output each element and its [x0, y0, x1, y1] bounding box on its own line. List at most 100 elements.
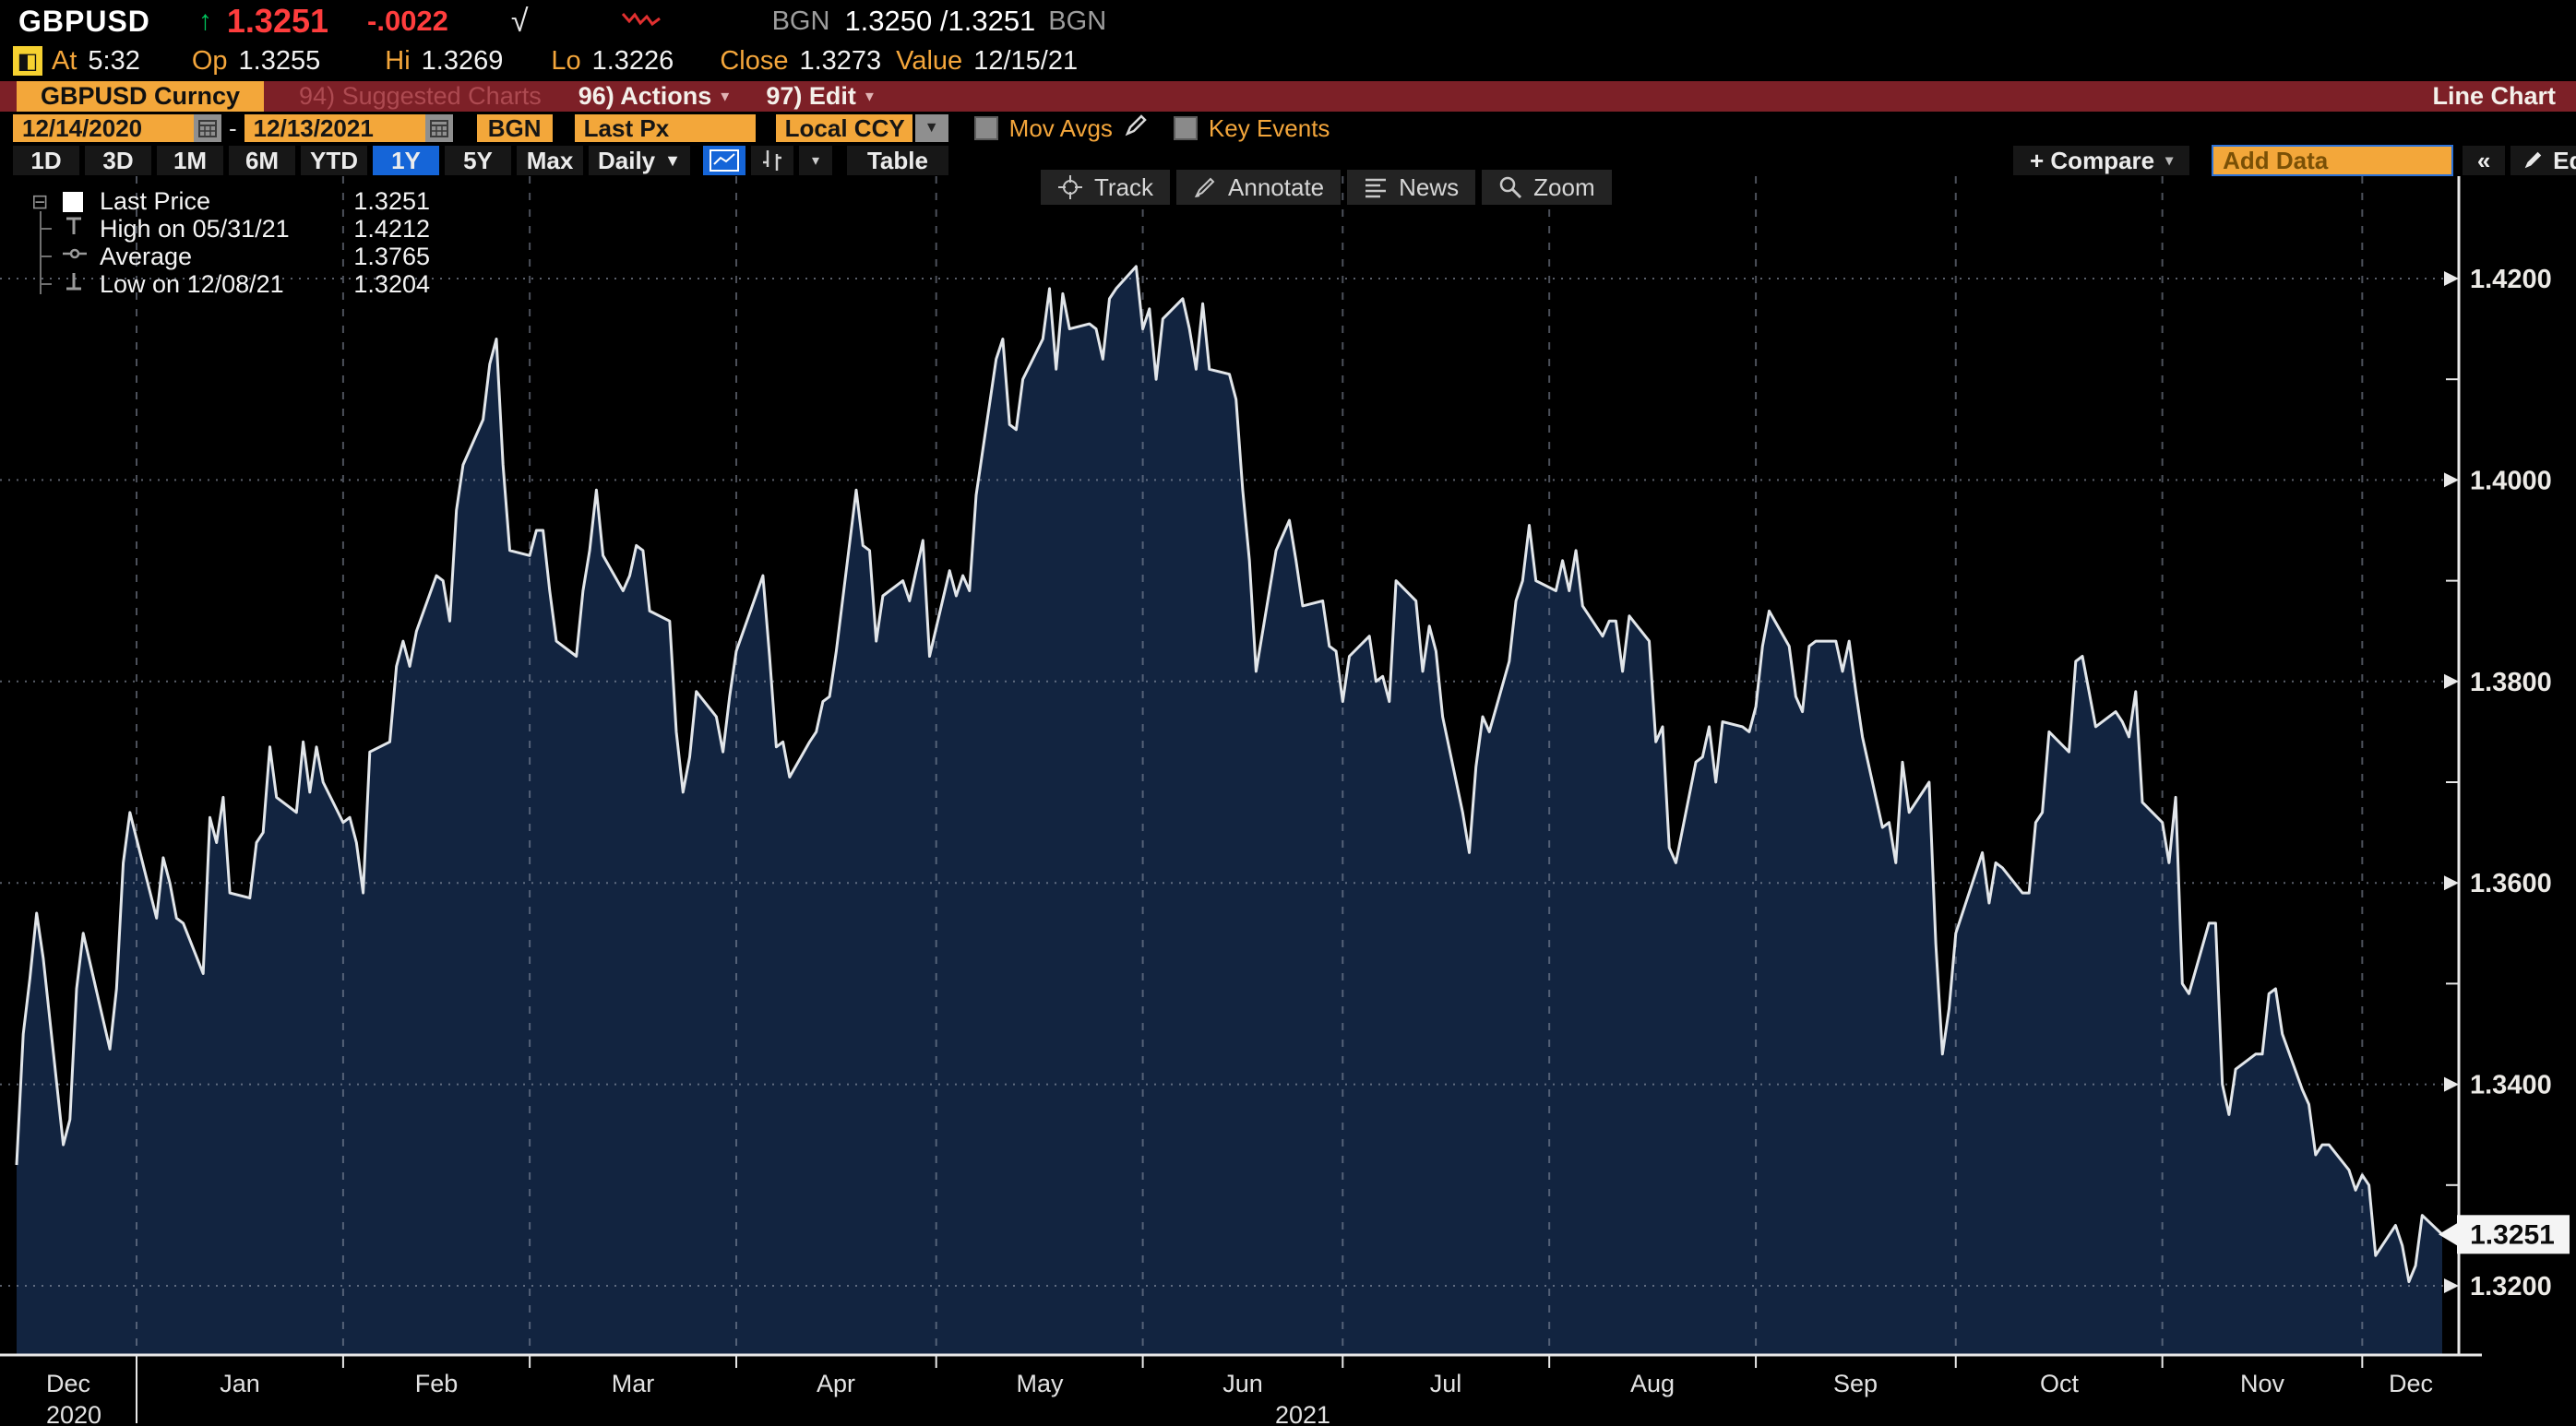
last-price-swatch-icon [63, 192, 83, 212]
crosshair-icon [1057, 174, 1083, 200]
legend-label: Average [100, 243, 338, 271]
high-label: Hi [385, 46, 410, 77]
at-label: At [52, 46, 77, 77]
legend-label: Last Price [100, 187, 338, 216]
security-tab[interactable]: GBPUSD Curncy [17, 81, 264, 112]
legend-tree-line [40, 211, 42, 294]
high-value: 1.3269 [422, 46, 504, 77]
range-1d[interactable]: 1D [13, 146, 79, 175]
legend-row-average[interactable]: Average 1.3765 [31, 243, 430, 270]
clock-icon[interactable]: ◧ [13, 46, 42, 76]
calendar-icon[interactable] [425, 114, 453, 142]
legend-row-high[interactable]: High on 05/31/21 1.4212 [31, 215, 430, 243]
legend-row-low[interactable]: Low on 12/08/21 1.3204 [31, 270, 430, 298]
legend-label: Low on 12/08/21 [100, 270, 338, 299]
annotate-label: Annotate [1228, 173, 1324, 202]
line-chart-type-button[interactable] [703, 146, 745, 175]
edit-chart-button[interactable]: Edit Chart [2510, 146, 2576, 175]
range-6m[interactable]: 6M [229, 146, 295, 175]
source-button[interactable]: BGN [477, 114, 553, 142]
x-axis-label: Jun [1222, 1370, 1263, 1397]
annotate-button[interactable]: Annotate [1176, 170, 1341, 205]
news-button[interactable]: News [1347, 170, 1475, 205]
compare-button[interactable]: + Compare ▾ [2013, 146, 2189, 175]
range-5y[interactable]: 5Y [445, 146, 511, 175]
calendar-icon[interactable] [194, 114, 221, 142]
legend-collapse-icon[interactable]: ⊟ [31, 190, 63, 214]
pencil-icon [1193, 175, 1217, 199]
currency-dropdown[interactable]: Local CCY [776, 114, 912, 142]
security-symbol: GBPUSD [18, 5, 150, 39]
range-3d[interactable]: 3D [85, 146, 151, 175]
value-label: Value [896, 46, 962, 77]
legend-row-last-price[interactable]: ⊟ Last Price 1.3251 [31, 187, 430, 215]
menu-edit[interactable]: 97) Edit [766, 82, 856, 111]
low-label: Lo [551, 46, 580, 77]
chart-type-caret-button[interactable]: ▾ [799, 146, 832, 175]
menu-suggested-charts[interactable]: 94) Suggested Charts [299, 82, 542, 111]
x-axis-label: Apr [817, 1370, 855, 1397]
x-axis-label: Nov [2240, 1370, 2285, 1397]
y-axis-tick-arrow [2444, 1077, 2459, 1092]
chart-settings-bar: 12/14/2020 - 12/13/2021 BGN Last Px Loca… [0, 112, 2576, 145]
track-button[interactable]: Track [1041, 170, 1170, 205]
legend-tree-stub [40, 283, 52, 285]
y-axis-label: 1.3400 [2470, 1071, 2552, 1100]
y-axis-label: 1.4200 [2470, 265, 2552, 294]
zoom-button[interactable]: Zoom [1482, 170, 1611, 205]
caret-down-icon: ▼ [664, 151, 681, 171]
magnifier-icon [1498, 175, 1522, 199]
range-1m[interactable]: 1M [157, 146, 223, 175]
y-axis-label: 1.4000 [2470, 466, 2552, 495]
bloomberg-terminal-chart-window: GBPUSD ↑ 1.3251 -.0022 √ BGN 1.3250 /1.3… [0, 0, 2576, 1426]
add-data-input[interactable]: Add Data [2212, 145, 2453, 176]
bid-ask: 1.3250 /1.3251 [844, 5, 1035, 38]
high-marker-icon [63, 215, 100, 244]
y-axis-label: 1.3600 [2470, 869, 2552, 898]
table-button[interactable]: Table [847, 146, 948, 175]
quote-header: GBPUSD ↑ 1.3251 -.0022 √ BGN 1.3250 /1.3… [0, 0, 2576, 42]
source-label-left: BGN [772, 6, 830, 37]
currency-caret-button[interactable]: ▼ [915, 114, 948, 142]
pencil-icon[interactable] [1124, 113, 1148, 144]
pencil-icon [2522, 149, 2544, 172]
mov-avgs-checkbox[interactable] [974, 116, 998, 140]
price-field-dropdown[interactable]: Last Px [575, 114, 756, 142]
x-axis-label: Mar [612, 1370, 655, 1397]
date-from-input[interactable]: 12/14/2020 [13, 114, 194, 142]
last-price: 1.3251 [227, 2, 328, 41]
legend-value: 1.3204 [338, 270, 430, 299]
news-icon [1364, 175, 1388, 199]
menu-actions[interactable]: 96) Actions [578, 82, 712, 111]
compare-label: + Compare [2030, 147, 2154, 175]
price-chart[interactable]: 1.42001.40001.38001.36001.34001.3200Dec2… [0, 176, 2576, 1426]
x-axis-label: Oct [2040, 1370, 2080, 1397]
chart-area: 1.42001.40001.38001.36001.34001.3200Dec2… [0, 176, 2576, 1426]
collapse-button[interactable]: « [2463, 146, 2505, 175]
x-axis-label: May [1016, 1370, 1064, 1397]
range-1y-active[interactable]: 1Y [373, 146, 439, 175]
x-axis-label: Jul [1430, 1370, 1462, 1397]
low-value: 1.3226 [592, 46, 674, 77]
bar-chart-type-button[interactable] [751, 146, 793, 175]
y-axis-tick-arrow [2444, 674, 2459, 689]
price-change: -.0022 [367, 5, 448, 38]
low-marker-icon [63, 270, 100, 299]
legend-label: High on 05/31/21 [100, 215, 338, 244]
news-label: News [1399, 173, 1459, 202]
check-glyph-icon: √ [511, 4, 529, 40]
y-axis-label: 1.3800 [2470, 668, 2552, 697]
legend-tree-stub [40, 228, 52, 230]
y-axis-tick-arrow [2444, 875, 2459, 890]
range-ytd[interactable]: YTD [301, 146, 367, 175]
x-axis-label: Jan [220, 1370, 260, 1397]
track-label: Track [1094, 173, 1153, 202]
key-events-label: Key Events [1209, 114, 1330, 143]
key-events-checkbox[interactable] [1174, 116, 1198, 140]
range-max[interactable]: Max [517, 146, 583, 175]
date-to-input[interactable]: 12/13/2021 [244, 114, 425, 142]
open-value: 1.3255 [239, 46, 321, 77]
period-dropdown[interactable]: Daily ▼ [589, 146, 690, 175]
ohlc-stats-bar: ◧ At 5:32 Op 1.3255 Hi 1.3269 Lo 1.3226 … [0, 42, 2576, 79]
chart-view-label: Line Chart [2432, 82, 2556, 111]
